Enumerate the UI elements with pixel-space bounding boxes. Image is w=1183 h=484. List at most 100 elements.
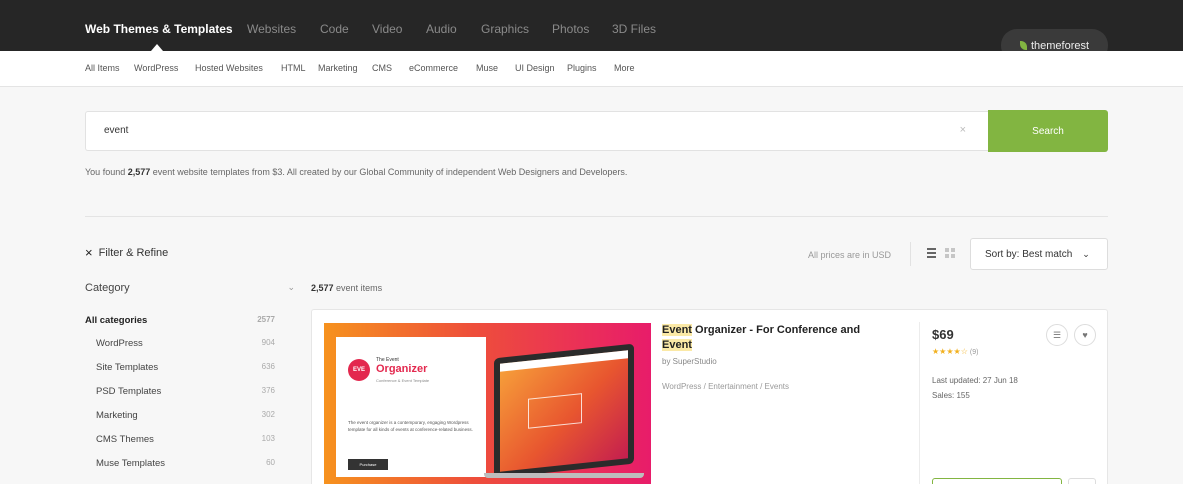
thumbnail-description: The event organizer is a contemporary, e… xyxy=(348,420,473,432)
category-all[interactable]: All categories 2577 xyxy=(85,315,275,326)
laptop-mockup xyxy=(494,343,634,479)
filter-refine-label: Filter & Refine xyxy=(98,246,169,259)
category-count: 302 xyxy=(261,410,275,419)
product-card: EVE The Event Organizer Conference & Eve… xyxy=(311,309,1108,484)
category-label: PSD Templates xyxy=(96,386,162,397)
subnav-plugins[interactable]: Plugins xyxy=(567,63,597,73)
subnav-all-items[interactable]: All Items xyxy=(85,63,120,73)
subnav-marketing[interactable]: Marketing xyxy=(318,63,358,73)
filter-refine-toggle[interactable]: × Filter & Refine xyxy=(85,245,168,260)
subnav-html[interactable]: HTML xyxy=(281,63,306,73)
subnav-more[interactable]: More xyxy=(614,63,635,73)
items-count: 2,577 event items xyxy=(311,283,382,293)
close-filter-icon: × xyxy=(85,245,93,260)
category-label: WordPress xyxy=(96,338,143,349)
results-summary-prefix: You found xyxy=(85,167,126,177)
category-label: Marketing xyxy=(96,410,138,421)
subnav-cms[interactable]: CMS xyxy=(372,63,392,73)
results-summary: You found 2,577 event website templates … xyxy=(85,167,627,177)
search-input[interactable]: event × xyxy=(85,111,988,151)
category-label: All categories xyxy=(85,315,148,326)
product-category-path[interactable]: WordPress / Entertainment / Events xyxy=(662,382,789,391)
product-author[interactable]: by SuperStudio xyxy=(662,357,717,366)
category-site-templates[interactable]: Site Templates 636 xyxy=(85,362,275,373)
thumbnail-panel: EVE The Event Organizer Conference & Eve… xyxy=(336,337,486,477)
nav-3d-files[interactable]: 3D Files xyxy=(612,22,656,36)
thumbnail-tagline: Conference & Event Template xyxy=(376,378,430,383)
results-summary-count: 2,577 xyxy=(127,167,151,177)
category-count: 60 xyxy=(266,458,275,467)
product-rating: ★★★★☆ (9) xyxy=(932,347,978,356)
favorite-button[interactable]: ♥ xyxy=(1074,324,1096,346)
subnav-ui-design[interactable]: UI Design xyxy=(515,63,555,73)
rating-count: (9) xyxy=(969,349,979,356)
category-label: Muse Templates xyxy=(96,458,165,469)
active-nav-caret-icon xyxy=(151,44,163,51)
brand-label: themeforest xyxy=(1030,39,1090,52)
chevron-down-icon: ⌄ xyxy=(1082,248,1090,259)
search-button[interactable]: Search xyxy=(988,110,1108,152)
heart-icon: ♥ xyxy=(1082,330,1088,340)
subnav-ecommerce[interactable]: eCommerce xyxy=(409,63,458,73)
add-to-cart-button[interactable] xyxy=(932,478,1062,484)
sort-label: Sort by: Best match xyxy=(985,248,1073,260)
nav-websites[interactable]: Websites xyxy=(247,22,296,36)
thumbnail-button: Purchase xyxy=(348,459,388,470)
category-count: 2577 xyxy=(257,315,275,324)
clear-search-icon[interactable]: × xyxy=(960,124,966,136)
category-muse-templates[interactable]: Muse Templates 60 xyxy=(85,458,275,469)
nav-photos[interactable]: Photos xyxy=(552,22,589,36)
search-value: event xyxy=(104,125,129,136)
title-highlight: Event xyxy=(662,324,692,336)
nav-code[interactable]: Code xyxy=(320,22,349,36)
category-count: 904 xyxy=(261,338,275,347)
laptop-base xyxy=(484,473,644,478)
title-highlight: Event xyxy=(662,339,692,351)
results-summary-suffix: event website templates from $3. All cre… xyxy=(152,167,628,177)
thumbnail-organizer: Organizer xyxy=(376,363,428,375)
nav-audio[interactable]: Audio xyxy=(426,22,457,36)
list-view-icon[interactable] xyxy=(927,248,936,258)
product-thumbnail[interactable]: EVE The Event Organizer Conference & Eve… xyxy=(324,323,651,484)
nav-video[interactable]: Video xyxy=(372,22,402,36)
sort-dropdown[interactable]: Sort by: Best match ⌄ xyxy=(970,238,1108,270)
category-label: Site Templates xyxy=(96,362,159,373)
subnav-muse[interactable]: Muse xyxy=(476,63,498,73)
laptop-screen xyxy=(500,350,628,472)
screen-header-bar xyxy=(500,350,628,372)
card-divider xyxy=(919,322,920,484)
section-divider xyxy=(85,216,1108,217)
sub-navigation: All Items WordPress Hosted Websites HTML… xyxy=(0,51,1183,87)
nav-graphics[interactable]: Graphics xyxy=(481,22,529,36)
category-filter-heading[interactable]: Category ⌄ xyxy=(85,282,295,294)
top-navigation: Web Themes & Templates Websites Code Vid… xyxy=(0,0,1183,62)
category-label: CMS Themes xyxy=(96,434,154,445)
category-heading-label: Category xyxy=(85,282,130,294)
nav-web-themes[interactable]: Web Themes & Templates xyxy=(85,22,233,36)
subnav-wordpress[interactable]: WordPress xyxy=(134,63,178,73)
product-title[interactable]: Event Organizer - For Conference and Eve… xyxy=(662,323,892,353)
sales-count: Sales: 155 xyxy=(932,391,970,400)
grid-view-icon[interactable] xyxy=(945,248,955,258)
prices-currency-note: All prices are in USD xyxy=(808,250,892,260)
title-text: Organizer - For Conference and xyxy=(691,324,861,336)
add-to-collection-button[interactable]: ☰ xyxy=(1046,324,1068,346)
toolbar-divider xyxy=(910,242,911,266)
screen-highlight-box xyxy=(528,393,582,429)
subnav-hosted-websites[interactable]: Hosted Websites xyxy=(195,63,263,73)
leaf-icon xyxy=(1019,41,1027,50)
category-marketing[interactable]: Marketing 302 xyxy=(85,410,275,421)
category-cms-themes[interactable]: CMS Themes 103 xyxy=(85,434,275,445)
category-count: 636 xyxy=(261,362,275,371)
product-price: $69 xyxy=(932,327,954,342)
category-psd-templates[interactable]: PSD Templates 376 xyxy=(85,386,275,397)
category-count: 103 xyxy=(261,434,275,443)
thumbnail-logo: EVE xyxy=(348,359,370,381)
category-count: 376 xyxy=(261,386,275,395)
collection-add-icon: ☰ xyxy=(1052,329,1062,340)
live-preview-button[interactable] xyxy=(1068,478,1096,484)
chevron-down-icon: ⌄ xyxy=(287,282,295,292)
category-wordpress[interactable]: WordPress 904 xyxy=(85,338,275,349)
last-updated: Last updated: 27 Jun 18 xyxy=(932,376,1018,385)
items-count-label: event items xyxy=(336,283,383,293)
